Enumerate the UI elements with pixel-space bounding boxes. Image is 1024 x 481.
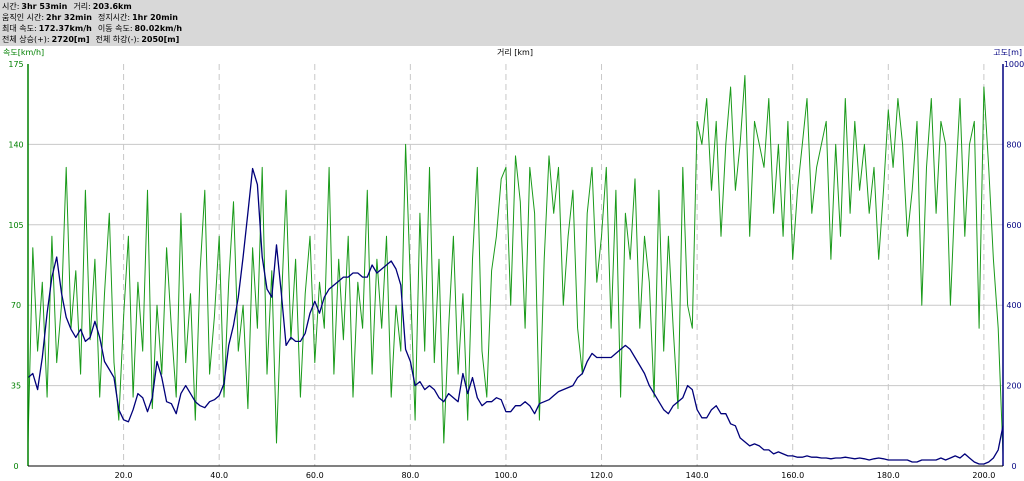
stat-label: 이동 속도:: [97, 24, 133, 33]
x-tick-label: 80.0: [401, 471, 419, 480]
y-left-tick-label: 70: [11, 301, 21, 310]
y-right-tick-label: 400: [1006, 301, 1021, 310]
stat-label: 거리:: [73, 2, 91, 11]
stats-row: 움직인 시간: 2hr 32min 정지시간: 1hr 20min: [2, 12, 184, 23]
x-tick-label: 160.0: [781, 471, 804, 480]
x-axis-title: 거리 [km]: [497, 48, 533, 57]
stat-value: 172.37km/h: [38, 24, 92, 33]
stat-label: 전체 하강(-):: [95, 35, 140, 44]
y-right-tick-label: 1000: [1004, 60, 1024, 69]
x-tick-label: 20.0: [115, 471, 133, 480]
stat-label: 전체 상승(+):: [2, 35, 50, 44]
stat-value: 203.6km: [92, 2, 132, 11]
stat-value: 3hr 53min: [21, 2, 68, 11]
stat-value: 1hr 20min: [132, 13, 178, 22]
stats-row: 시간: 3hr 53min 거리: 203.6km: [2, 1, 138, 12]
y-left-tick-label: 140: [8, 140, 23, 149]
stat-value: 2hr 32min: [46, 13, 92, 22]
stats-row: 최대 속도: 172.37km/h 이동 속도: 80.02km/h: [2, 23, 188, 34]
stat-value: 2050[m]: [141, 35, 180, 44]
x-tick-label: 180.0: [877, 471, 900, 480]
y-right-tick-label: 0: [1011, 462, 1016, 471]
y-right-axis-title: 고도[m]: [993, 48, 1022, 57]
y-left-tick-label: 0: [13, 462, 18, 471]
distance-chart: 0 35 70 105 140 175 0 200 400 600 800 1000 20.0 40.0 6…: [3, 48, 1024, 480]
x-tick-label: 120.0: [590, 471, 613, 480]
x-tick-label: 40.0: [210, 471, 228, 480]
y-left-tick-label: 105: [8, 221, 23, 230]
x-tick-label: 200.0: [972, 471, 995, 480]
stats-row: 전체 상승(+): 2720[m] 전체 하강(-): 2050[m]: [2, 34, 185, 45]
stat-label: 시간:: [2, 2, 20, 11]
stat-label: 최대 속도:: [2, 24, 37, 33]
y-left-tick-label: 175: [8, 60, 23, 69]
stat-value: 2720[m]: [51, 35, 90, 44]
stats-panel: 시간: 3hr 53min 거리: 203.6km 움직인 시간: 2hr 32min 정지…: [0, 0, 1024, 46]
y-right-tick-label: 800: [1006, 140, 1021, 149]
stat-value: 80.02km/h: [134, 24, 183, 33]
y-right-tick-label: 600: [1006, 221, 1021, 230]
y-left-tick-label: 35: [11, 382, 21, 391]
x-tick-label: 140.0: [686, 471, 709, 480]
x-tick-label: 100.0: [494, 471, 517, 480]
x-tick-label: 60.0: [306, 471, 324, 480]
stat-label: 움직인 시간:: [2, 13, 45, 22]
y-right-tick-label: 200: [1006, 382, 1021, 391]
stat-label: 정지시간:: [97, 13, 131, 22]
y-left-axis-title: 속도[km/h]: [3, 48, 44, 57]
